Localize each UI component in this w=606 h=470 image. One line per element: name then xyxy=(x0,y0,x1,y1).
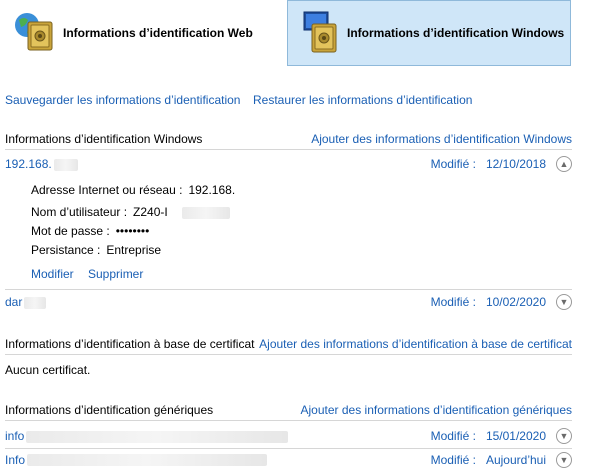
credential-name[interactable]: 192.168. xyxy=(5,157,52,171)
generic-credentials-header: Informations d’identification génériques… xyxy=(5,399,572,421)
redacted-text xyxy=(181,206,230,219)
modified-date: 12/10/2018 xyxy=(485,157,546,171)
password-label: Mot de passe : xyxy=(31,224,110,238)
credential-row-info[interactable]: info Modifié : 15/01/2020 ▼ xyxy=(5,424,572,448)
backup-credentials-link[interactable]: Sauvegarder les informations d’identific… xyxy=(5,93,240,107)
detail-address: Adresse Internet ou réseau : 192.168. xyxy=(31,183,235,197)
redacted-text xyxy=(27,454,268,467)
credential-name[interactable]: Info xyxy=(5,453,25,467)
credential-name[interactable]: info xyxy=(5,429,24,443)
no-certificate-text: Aucun certificat. xyxy=(5,363,91,377)
modified-date: Aujourd’hui xyxy=(485,452,546,467)
add-certificate-credential-link[interactable]: Ajouter des informations d’identificatio… xyxy=(259,337,572,351)
username-label: Nom d’utilisateur : xyxy=(31,205,128,219)
certificate-credentials-title: Informations d’identification à base de … xyxy=(5,336,255,351)
credential-row-192[interactable]: 192.168. Modifié : 12/10/2018 ▲ xyxy=(5,152,572,176)
modified-date: 15/01/2020 xyxy=(485,429,546,443)
modified-date: 10/02/2020 xyxy=(485,295,546,309)
chevron-up-icon[interactable]: ▲ xyxy=(556,156,572,172)
generic-credentials-title: Informations d’identification génériques xyxy=(5,402,214,417)
address-label: Adresse Internet ou réseau : xyxy=(31,183,183,197)
username-value: Z240-I xyxy=(133,205,168,219)
credential-row-dar[interactable]: dar Modifié : 10/02/2020 ▼ xyxy=(5,290,572,314)
web-credentials-vault-icon xyxy=(10,8,60,58)
redacted-text xyxy=(26,430,289,443)
windows-credentials-header: Informations d’identification Windows Aj… xyxy=(5,128,572,150)
credential-row-info-2[interactable]: Info Modifié : Aujourd’hui ▼ xyxy=(5,449,572,470)
restore-credentials-link[interactable]: Restaurer les informations d’identificat… xyxy=(253,93,472,107)
persistence-value: Entreprise xyxy=(106,243,162,257)
redacted-text xyxy=(24,296,47,309)
redacted-text xyxy=(53,158,78,171)
add-generic-credential-link[interactable]: Ajouter des informations d’identificatio… xyxy=(301,403,573,417)
certificate-credentials-header: Informations d’identification à base de … xyxy=(5,333,572,355)
modified-label: Modifié : xyxy=(430,157,476,171)
persistence-label: Persistance : xyxy=(31,243,101,257)
windows-credentials-title: Informations d’identification Windows xyxy=(5,131,203,146)
modified-label: Modifié : xyxy=(430,452,476,467)
password-value: •••••••• xyxy=(115,224,150,238)
tab-web-credentials[interactable]: Informations d’identification Web xyxy=(4,0,278,66)
tab-windows-credentials[interactable]: Informations d’identification Windows xyxy=(287,0,571,66)
tab-windows-label: Informations d’identification Windows xyxy=(347,26,565,40)
detail-password: Mot de passe : •••••••• xyxy=(31,224,149,238)
add-windows-credential-link[interactable]: Ajouter des informations d’identificatio… xyxy=(311,132,572,146)
modified-label: Modifié : xyxy=(430,295,476,309)
chevron-down-icon[interactable]: ▼ xyxy=(556,451,572,468)
chevron-down-icon[interactable]: ▼ xyxy=(556,428,572,444)
delete-credential-link[interactable]: Supprimer xyxy=(88,267,143,281)
modified-label: Modifié : xyxy=(430,429,476,443)
detail-persistence: Persistance : Entreprise xyxy=(31,243,161,257)
address-value: 192.168. xyxy=(188,183,236,197)
chevron-down-icon[interactable]: ▼ xyxy=(556,294,572,310)
credential-name[interactable]: dar xyxy=(5,295,22,309)
tab-web-label: Informations d’identification Web xyxy=(63,26,253,40)
windows-credentials-vault-icon xyxy=(294,8,344,58)
edit-credential-link[interactable]: Modifier xyxy=(31,267,74,281)
detail-username: Nom d’utilisateur : Z240-I xyxy=(31,205,230,219)
